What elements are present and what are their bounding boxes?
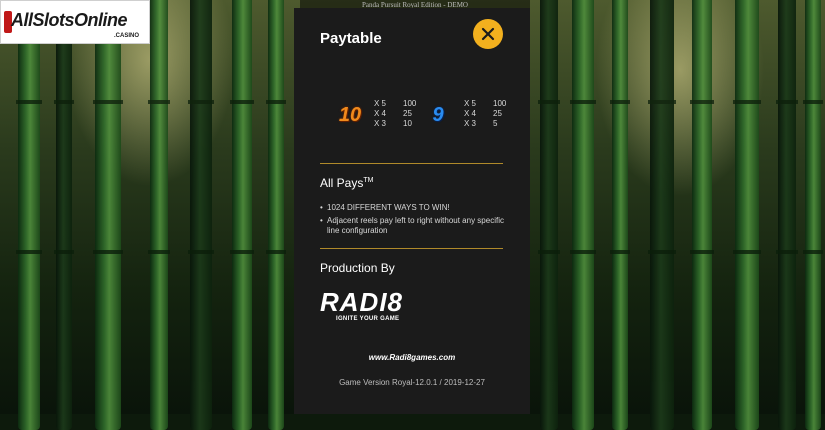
studio-tagline: IGNITE YOUR GAME [336, 316, 400, 322]
bamboo-stalk [93, 0, 123, 430]
bamboo-stalk [648, 0, 676, 430]
bamboo-stalk [733, 0, 761, 430]
pay-value: 100 [403, 99, 417, 108]
pay-value: 100 [493, 99, 507, 108]
bamboo-stalk [188, 0, 214, 430]
pay-value: 10 [403, 119, 412, 128]
symbol-10: 10 [338, 103, 362, 126]
bamboo-stalk [610, 0, 630, 430]
all-pays-rules: • 1024 DIFFERENT WAYS TO WIN! • Adjacent… [320, 203, 510, 239]
studio-logo-word: RADI8 [320, 287, 404, 317]
studio-website-link[interactable]: www.Radi8games.com [294, 353, 530, 362]
pay-multiplier: X 5 [464, 99, 477, 108]
bullet-icon: • [320, 203, 323, 212]
symbol-10-pays: X 5 100 X 4 25 X 3 10 [374, 99, 416, 129]
all-pays-text: All Pays [320, 176, 364, 190]
bamboo-stalk [266, 0, 286, 430]
watermark-brand: AllSlotsOnline [11, 10, 128, 30]
bamboo-stalk [538, 0, 560, 430]
pay-row: X 3 10 [374, 119, 416, 129]
bullet-icon: • [320, 216, 323, 225]
bamboo-stalk [230, 0, 254, 430]
bamboo-stalk [690, 0, 714, 430]
rule-bullet: • 1024 DIFFERENT WAYS TO WIN! [320, 203, 510, 213]
pay-value: 25 [493, 109, 502, 118]
symbol-9: 9 [432, 103, 444, 126]
bamboo-stalk [148, 0, 170, 430]
watermark-suffix: .CASINO [113, 33, 139, 39]
close-icon [481, 27, 495, 41]
casino-watermark-logo: AllSlotsOnline .CASINO [0, 0, 150, 44]
pay-row: X 4 25 [374, 109, 416, 119]
pay-row: X 3 5 [464, 119, 506, 129]
bamboo-stalk [776, 0, 798, 430]
section-divider [320, 248, 503, 249]
bamboo-stalk [803, 0, 823, 430]
pay-value: 5 [493, 119, 498, 128]
pay-multiplier: X 4 [374, 109, 387, 118]
close-button[interactable] [473, 19, 503, 49]
bamboo-stalk [54, 0, 74, 430]
pay-multiplier: X 4 [464, 109, 477, 118]
rule-text: Adjacent reels pay left to right without… [327, 216, 504, 235]
bamboo-stalk [570, 0, 596, 430]
paytable-title: Paytable [320, 30, 382, 47]
pay-value: 25 [403, 109, 412, 118]
all-pays-heading: All PaysTM [320, 176, 373, 190]
production-heading: Production By [320, 261, 395, 275]
symbol-9-pays: X 5 100 X 4 25 X 3 5 [464, 99, 506, 129]
game-version: Game Version Royal-12.0.1 / 2019-12-27 [339, 378, 485, 387]
trademark-mark: TM [363, 177, 374, 184]
rule-text: 1024 DIFFERENT WAYS TO WIN! [327, 203, 450, 212]
bamboo-stalk [16, 0, 42, 430]
section-divider [320, 163, 503, 164]
pay-row: X 5 100 [374, 99, 416, 109]
pay-multiplier: X 5 [374, 99, 387, 108]
paytable-panel: Paytable 10 X 5 100 X 4 25 X 3 10 9 X 5 … [294, 8, 530, 414]
pay-multiplier: X 3 [464, 119, 477, 128]
pay-row: X 4 25 [464, 109, 506, 119]
pay-multiplier: X 3 [374, 119, 387, 128]
pay-row: X 5 100 [464, 99, 506, 109]
studio-logo: RADI8 IGNITE YOUR GAME [320, 288, 430, 328]
rule-bullet: • Adjacent reels pay left to right witho… [320, 216, 510, 236]
